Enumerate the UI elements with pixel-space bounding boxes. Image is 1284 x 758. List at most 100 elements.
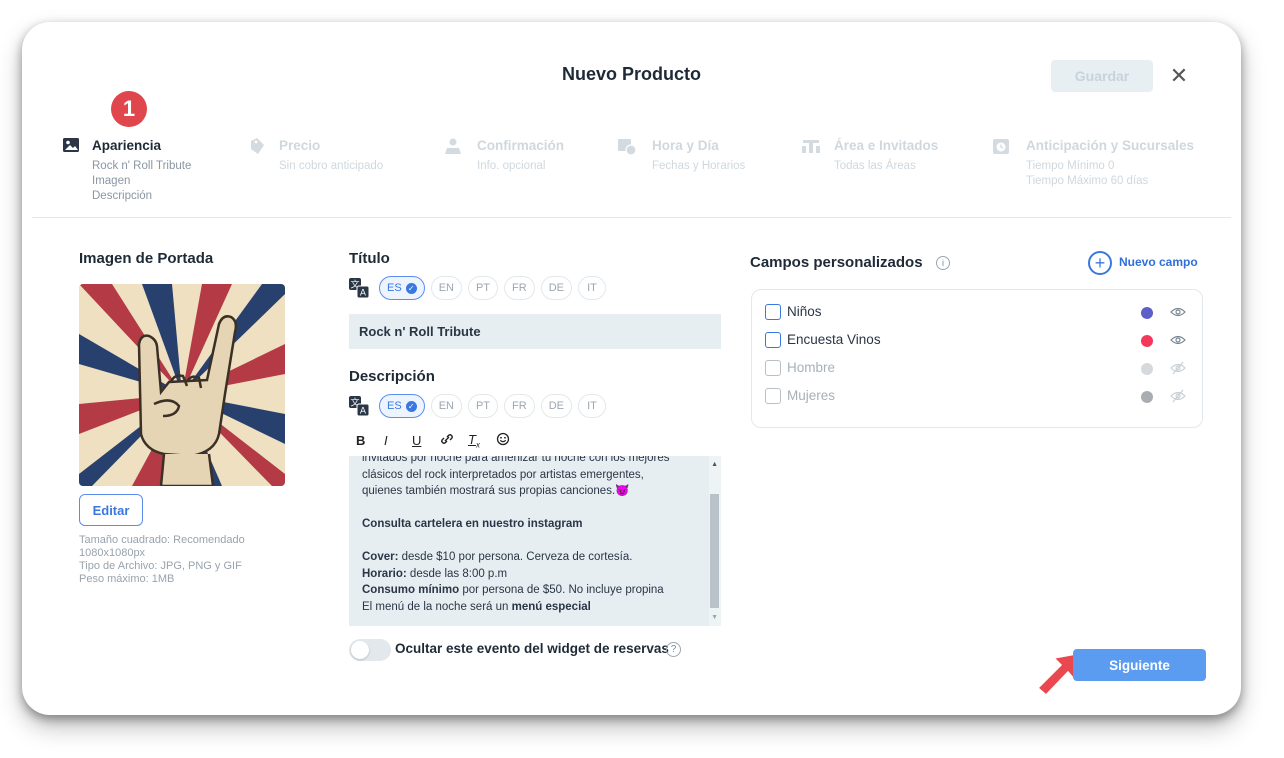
eye-icon[interactable] <box>1170 333 1186 347</box>
description-line: invitados por noche para amenizar tu noc… <box>362 456 670 464</box>
lang-pill-de[interactable]: DE <box>540 276 572 300</box>
underline-button[interactable]: U <box>412 433 440 448</box>
eye-off-icon[interactable] <box>1170 361 1186 375</box>
scroll-thumb[interactable] <box>710 494 719 608</box>
close-icon[interactable]: ✕ <box>1168 60 1190 92</box>
description-heading: Descripción <box>349 368 435 385</box>
info-icon[interactable]: i <box>936 256 950 270</box>
step-label: Apariencia <box>92 138 162 153</box>
scroll-up-icon[interactable]: ▲ <box>711 461 718 468</box>
step-label: Hora y Día <box>652 138 719 153</box>
step-sub: Tiempo Máximo 60 días <box>1026 175 1149 187</box>
color-dot[interactable] <box>1141 307 1153 319</box>
step-label: Confirmación <box>477 138 565 153</box>
color-dot[interactable] <box>1141 391 1153 403</box>
description-line: quienes también mostrará sus propias can… <box>362 485 630 497</box>
check-icon: ✓ <box>405 282 417 294</box>
title-input[interactable]: Rock n' Roll Tribute <box>349 314 721 349</box>
lang-pill-en[interactable]: EN <box>430 394 462 418</box>
custom-field-row: Hombre <box>765 360 1190 378</box>
clear-format-button[interactable]: Tx <box>468 432 496 450</box>
edit-image-button[interactable]: Editar <box>79 494 143 526</box>
eye-off-icon[interactable] <box>1170 389 1186 403</box>
description-line: clásicos del rock interpretados por arti… <box>362 468 644 481</box>
lang-pill-pt[interactable]: PT <box>467 276 499 300</box>
custom-fields-list: Niños Encuesta Vinos Hombre Mujeres <box>751 289 1203 428</box>
calendar-clock-icon <box>618 139 637 156</box>
active-step-badge: 1 <box>111 91 147 127</box>
field-label: Encuesta Vinos <box>787 332 881 347</box>
title-language-selector: 文 A ES ✓ EN PT FR DE IT <box>349 276 606 300</box>
eye-icon[interactable] <box>1170 305 1186 319</box>
check-icon: ✓ <box>405 400 417 412</box>
custom-field-row: Mujeres <box>765 388 1190 406</box>
step-label: Precio <box>279 138 321 153</box>
step-sub: Tiempo Mínimo 0 <box>1026 160 1115 172</box>
next-button[interactable]: Siguiente <box>1073 649 1206 681</box>
bold-button[interactable]: B <box>356 433 384 448</box>
step-label: Área e Invitados <box>834 138 939 153</box>
field-label: Hombre <box>787 360 836 375</box>
editor-scrollbar[interactable]: ▲ ▼ <box>709 456 721 626</box>
description-line: El menú de la noche será un menú especia… <box>362 600 591 613</box>
hide-event-toggle[interactable] <box>349 639 391 661</box>
emoji-icon[interactable] <box>496 432 524 449</box>
title-heading: Título <box>349 250 390 267</box>
field-checkbox[interactable] <box>765 332 781 348</box>
lang-pill-fr[interactable]: FR <box>504 276 535 300</box>
new-product-dialog: Nuevo Producto Guardar ✕ 1 Apariencia Ro… <box>22 22 1241 715</box>
help-icon[interactable]: ? <box>666 642 681 657</box>
image-icon <box>63 138 79 152</box>
description-line: Consulta cartelera en nuestro instagram <box>362 518 583 530</box>
header-divider <box>32 217 1231 218</box>
description-text: invitados por noche para amenizar tu noc… <box>362 456 702 615</box>
italic-button[interactable]: I <box>384 433 412 448</box>
lang-pill-es[interactable]: ES ✓ <box>379 394 425 418</box>
step-sub: Fechas y Horarios <box>652 160 746 172</box>
confirmation-icon <box>445 138 461 154</box>
lang-pill-it[interactable]: IT <box>577 276 606 300</box>
clock-icon <box>993 139 1009 154</box>
lang-pill-it[interactable]: IT <box>577 394 606 418</box>
color-dot[interactable] <box>1141 363 1153 375</box>
svg-text:A: A <box>360 407 367 417</box>
cover-heading: Imagen de Portada <box>79 250 214 267</box>
step-sub: Rock n' Roll Tribute <box>92 160 192 172</box>
lang-pill-fr[interactable]: FR <box>504 394 535 418</box>
image-hint: Tamaño cuadrado: Recomendado 1080x1080px… <box>79 534 245 585</box>
color-dot[interactable] <box>1141 335 1153 347</box>
description-language-selector: 文 A ES ✓ EN PT FR DE IT <box>349 394 606 418</box>
step-sub: Todas las Áreas <box>834 160 916 172</box>
step-sub: Descripción <box>92 190 153 202</box>
field-checkbox[interactable] <box>765 304 781 320</box>
editor-toolbar: B I U Tx <box>356 432 524 450</box>
field-label: Mujeres <box>787 388 836 403</box>
svg-text:A: A <box>360 289 367 299</box>
description-editor[interactable]: invitados por noche para amenizar tu noc… <box>349 456 721 626</box>
lang-pill-pt[interactable]: PT <box>467 394 499 418</box>
cover-image <box>79 284 285 486</box>
field-checkbox[interactable] <box>765 360 781 376</box>
field-checkbox[interactable] <box>765 388 781 404</box>
translate-icon[interactable]: 文 A <box>349 396 369 416</box>
custom-field-row: Encuesta Vinos <box>765 332 1190 350</box>
new-field-button[interactable]: Nuevo campo <box>1119 255 1198 269</box>
step-label: Anticipación y Sucursales <box>1026 138 1195 153</box>
table-guests-icon <box>802 140 820 153</box>
save-button[interactable]: Guardar <box>1051 60 1153 92</box>
description-line: Horario: desde las 8:00 p.m <box>362 567 508 580</box>
translate-icon[interactable]: 文 A <box>349 278 369 298</box>
lang-pill-de[interactable]: DE <box>540 394 572 418</box>
step-sub: Info. opcional <box>477 160 546 172</box>
description-line: Consumo mínimo por persona de $50. No in… <box>362 584 664 596</box>
lang-pill-en[interactable]: EN <box>430 276 462 300</box>
custom-field-row: Niños <box>765 304 1190 322</box>
description-line: Cover: desde $10 por persona. Cerveza de… <box>362 551 633 563</box>
scroll-down-icon[interactable]: ▼ <box>711 614 718 621</box>
plus-icon[interactable]: + <box>1088 251 1112 275</box>
link-icon[interactable] <box>440 432 468 449</box>
description-line <box>362 533 702 550</box>
lang-pill-es[interactable]: ES ✓ <box>379 276 425 300</box>
custom-fields-heading: Campos personalizados <box>750 254 923 271</box>
step-sub: Sin cobro anticipado <box>279 160 384 172</box>
